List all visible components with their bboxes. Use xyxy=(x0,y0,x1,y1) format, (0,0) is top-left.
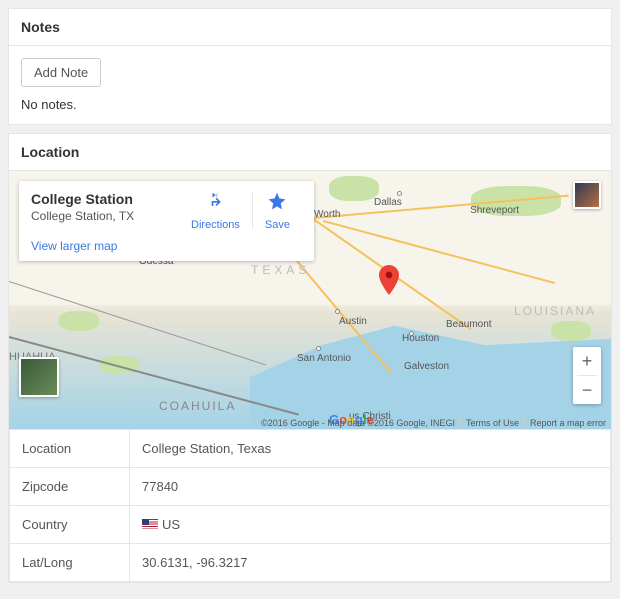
region-louisiana: LOUISIANA xyxy=(514,304,596,318)
location-panel: Location TEXAS LOUISIANA Dallas Worth Sh… xyxy=(8,133,612,583)
map[interactable]: TEXAS LOUISIANA Dallas Worth Shreveport … xyxy=(9,171,611,429)
latlong-label: Lat/Long xyxy=(10,544,130,582)
zoom-out-button[interactable]: − xyxy=(573,376,601,404)
location-value: College Station, Texas xyxy=(130,430,611,468)
satellite-toggle-top[interactable] xyxy=(573,181,601,209)
country-value: US xyxy=(130,506,611,544)
zipcode-label: Zipcode xyxy=(10,468,130,506)
notes-panel: Notes Add Note No notes. xyxy=(8,8,612,125)
table-row: Lat/Long 30.6131, -96.3217 xyxy=(10,544,611,582)
view-larger-map-link[interactable]: View larger map xyxy=(31,239,117,253)
map-copyright: ©2016 Google - Map data ©2016 Google, IN… xyxy=(256,418,460,428)
zoom-control: + − xyxy=(573,347,601,404)
table-row: Location College Station, Texas xyxy=(10,430,611,468)
table-row: Country US xyxy=(10,506,611,544)
map-green-patch xyxy=(59,311,99,331)
terms-link[interactable]: Terms of Use xyxy=(460,418,524,428)
location-body: TEXAS LOUISIANA Dallas Worth Shreveport … xyxy=(9,171,611,582)
save-label: Save xyxy=(265,219,290,231)
location-label: Location xyxy=(10,430,130,468)
directions-icon xyxy=(191,191,240,214)
city-dot xyxy=(316,346,321,351)
notes-header: Notes xyxy=(9,9,611,46)
notes-body: Add Note No notes. xyxy=(9,46,611,124)
zoom-in-button[interactable]: + xyxy=(573,347,601,375)
location-title: Location xyxy=(21,144,599,160)
location-details-table: Location College Station, Texas Zipcode … xyxy=(9,429,611,582)
map-attribution: ©2016 Google - Map data ©2016 Google, IN… xyxy=(256,418,611,428)
city-dot xyxy=(335,309,340,314)
city-shreveport: Shreveport xyxy=(470,205,519,216)
country-code: US xyxy=(162,517,180,532)
satellite-toggle-bottom[interactable] xyxy=(19,357,59,397)
map-green-patch xyxy=(551,321,591,341)
directions-button[interactable]: Directions xyxy=(179,191,252,231)
latlong-value: 30.6131, -96.3217 xyxy=(130,544,611,582)
region-coahuila: COAHUILA xyxy=(159,399,236,413)
city-galveston: Galveston xyxy=(404,361,449,372)
city-dallas: Dallas xyxy=(374,197,402,208)
zipcode-value: 77840 xyxy=(130,468,611,506)
city-fortworth: Worth xyxy=(314,209,341,220)
city-dot xyxy=(397,191,402,196)
info-card-subtitle: College Station, TX xyxy=(31,209,179,223)
star-icon xyxy=(265,191,290,214)
no-notes-text: No notes. xyxy=(21,97,599,112)
directions-label: Directions xyxy=(191,219,240,231)
map-pin-icon[interactable] xyxy=(379,265,399,295)
city-austin: Austin xyxy=(339,316,367,327)
notes-title: Notes xyxy=(21,19,599,35)
save-button[interactable]: Save xyxy=(253,191,302,231)
info-card-title: College Station xyxy=(31,191,179,207)
add-note-button[interactable]: Add Note xyxy=(21,58,101,87)
city-sanantonio: San Antonio xyxy=(297,353,351,364)
map-green-patch xyxy=(329,176,379,201)
city-beaumont: Beaumont xyxy=(446,319,492,330)
report-error-link[interactable]: Report a map error xyxy=(524,418,611,428)
table-row: Zipcode 77840 xyxy=(10,468,611,506)
country-label: Country xyxy=(10,506,130,544)
location-header: Location xyxy=(9,134,611,171)
us-flag-icon xyxy=(142,519,158,530)
city-houston: Houston xyxy=(402,333,439,344)
region-texas: TEXAS xyxy=(251,263,310,277)
map-info-card: College Station College Station, TX Dire… xyxy=(19,181,314,261)
